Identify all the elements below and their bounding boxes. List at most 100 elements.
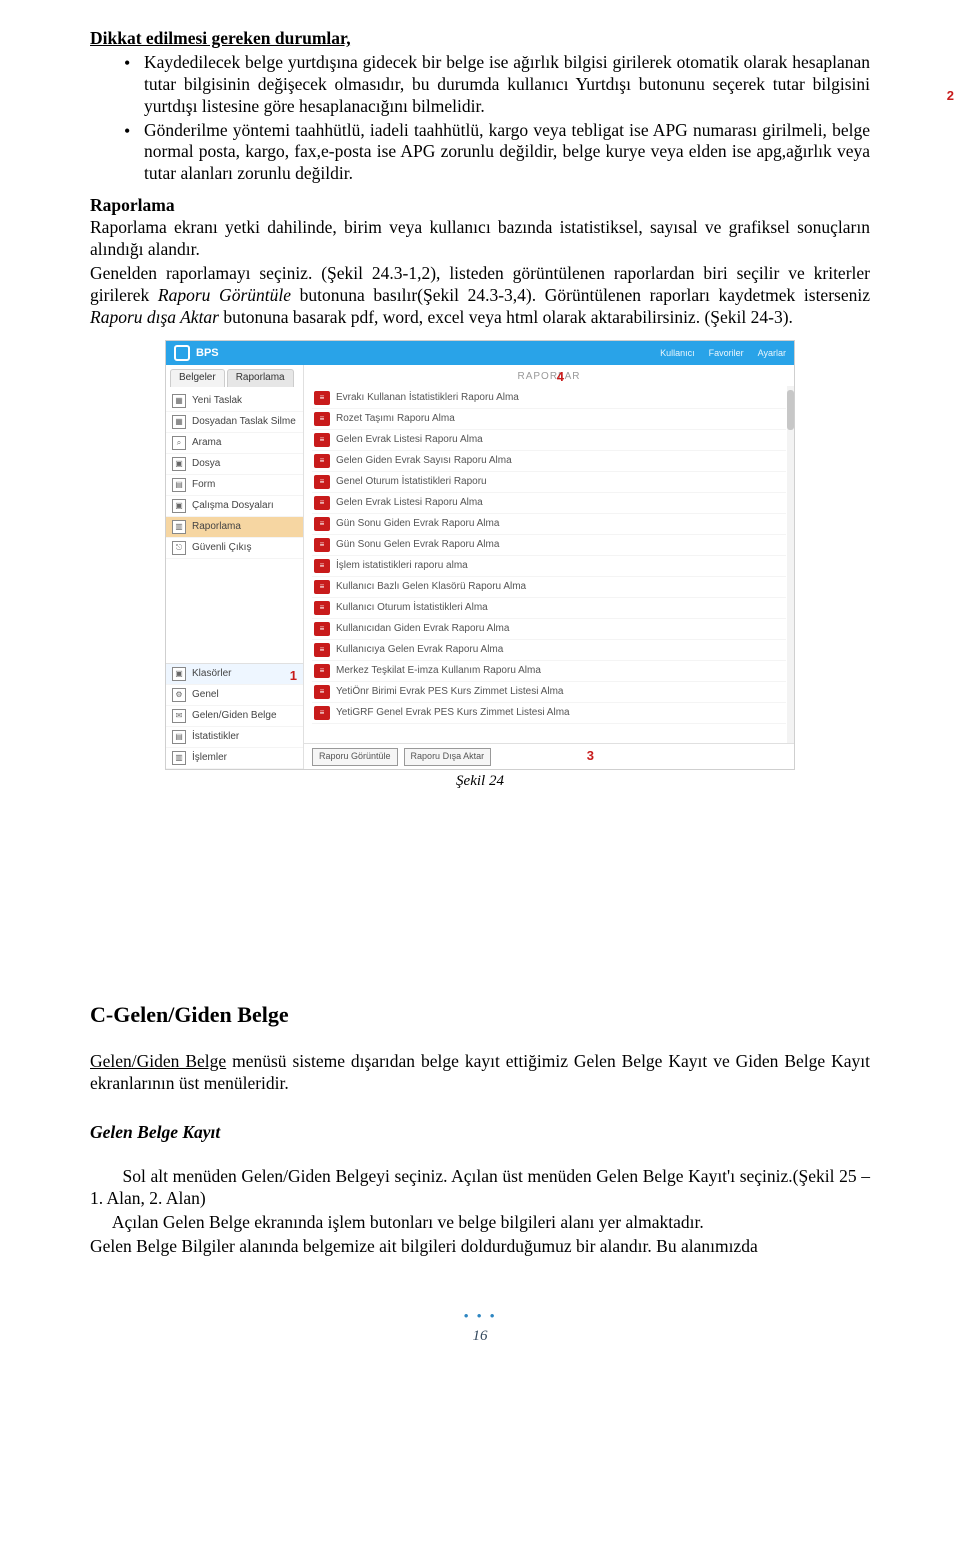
report-list-item[interactable]: ≡Genel Oturum İstatistikleri Raporu [312,472,786,493]
search-icon: ⌕ [172,436,186,450]
report-item-label: Kullanıcıya Gelen Evrak Raporu Alma [336,644,503,657]
gg-para: Gelen/Giden Belge menüsü sisteme dışarıd… [90,1051,870,1095]
form-icon: ▤ [172,478,186,492]
rp2-italic1: Raporu Görüntüle [158,285,291,305]
lnav-label: Çalışma Dosyaları [192,500,274,513]
lnav-label: Güvenli Çıkış [192,542,251,555]
report-item-label: Gelen Giden Evrak Sayısı Raporu Alma [336,455,512,468]
lbottom-gelen-giden[interactable]: ✉ Gelen/Giden Belge [166,706,303,727]
report-badge-icon: ≡ [314,496,330,510]
report-list-item[interactable]: ≡Gelen Giden Evrak Sayısı Raporu Alma [312,451,786,472]
bullet-1-text: Kaydedilecek belge yurtdışına gidecek bi… [144,52,870,116]
lbottom-label: İşlemler [192,752,227,765]
report-list-item[interactable]: ≡YetiÖnr Birimi Evrak PES Kurs Zimmet Li… [312,682,786,703]
header-settings[interactable]: Ayarlar [758,348,786,359]
report-list-item[interactable]: ≡Kullanıcı Bazlı Gelen Klasörü Raporu Al… [312,577,786,598]
rp2-italic2: Raporu dışa Aktar [90,307,219,327]
header-favorites[interactable]: Favoriler [709,348,744,359]
scrollbar-thumb[interactable] [787,390,794,430]
callout-2: 2 [947,88,954,104]
right-header: RAPORLAR 4 [304,365,794,386]
btn-raporu-goruntule[interactable]: Raporu Görüntüle [312,748,398,765]
callout-1: 1 [290,668,297,684]
lnav-label: Form [192,479,215,492]
report-icon: ▥ [172,520,186,534]
lnav-dosya[interactable]: ▣ Dosya [166,454,303,475]
report-item-label: Gün Sonu Giden Evrak Raporu Alma [336,518,499,531]
callout-4: 4 [557,369,564,385]
left-bottom-nav: 1 ▣ Klasörler ⚙ Genel ✉ Gelen/Giden Belg… [166,663,303,769]
report-badge-icon: ≡ [314,559,330,573]
report-list-item[interactable]: ≡Gelen Evrak Listesi Raporu Alma [312,493,786,514]
raporlama-para-1: Raporlama ekranı yetki dahilinde, birim … [90,217,870,261]
report-item-label: Kullanıcıdan Giden Evrak Raporu Alma [336,623,509,636]
report-list-item[interactable]: ≡Gün Sonu Gelen Evrak Raporu Alma [312,535,786,556]
lnav-label: Yeni Taslak [192,395,242,408]
left-nav: 2 ▦ Yeni Taslak ▦ Dosyadan Taslak Silme … [166,387,303,664]
report-list-item[interactable]: ≡YetiGRF Genel Evrak PES Kurs Zimmet Lis… [312,703,786,724]
folder-icon: ▣ [172,457,186,471]
folder-icon: ▣ [172,667,186,681]
left-sidebar: Belgeler Raporlama 2 ▦ Yeni Taslak ▦ Dos… [166,365,304,769]
report-badge-icon: ≡ [314,391,330,405]
report-list-item[interactable]: ≡ Gelen Evrak Listesi Raporu Alma [312,430,786,451]
app-header: BPS Kullanıcı Favoriler Ayarlar [166,341,794,365]
app-title: BPS [196,347,219,361]
report-list-item[interactable]: ≡Kullanıcı Oturum İstatistikleri Alma [312,598,786,619]
report-list-item[interactable]: ≡Gün Sonu Giden Evrak Raporu Alma [312,514,786,535]
header-user[interactable]: Kullanıcı [660,348,695,359]
lbottom-genel[interactable]: ⚙ Genel [166,685,303,706]
para-5: Gelen Belge Bilgiler alanında belgemize … [90,1236,870,1258]
gg-underline: Gelen/Giden Belge [90,1051,226,1071]
report-item-label: Gelen Evrak Listesi Raporu Alma [336,434,483,447]
lbottom-islemler[interactable]: ▥ İşlemler [166,748,303,769]
tab-raporlama[interactable]: Raporlama [227,369,294,387]
bullet-list: Kaydedilecek belge yurtdışına gidecek bi… [90,52,870,185]
lbottom-label: Gelen/Giden Belge [192,710,277,723]
report-list-item[interactable]: ≡Kullanıcıya Gelen Evrak Raporu Alma [312,640,786,661]
report-item-label: Rozet Taşımı Raporu Alma [336,413,455,426]
report-list-item[interactable]: ≡ Rozet Taşımı Raporu Alma [312,409,786,430]
report-badge-icon: ≡ [314,706,330,720]
footer-dots-icon: • • • [463,1309,496,1325]
lnav-raporlama[interactable]: ▥ Raporlama [166,517,303,538]
scrollbar[interactable] [787,386,794,744]
lbottom-klasorler[interactable]: ▣ Klasörler [166,664,303,685]
sidebar-tabbar: Belgeler Raporlama [166,365,303,387]
btn-raporu-disa-aktar[interactable]: Raporu Dışa Aktar [404,748,492,765]
lnav-label: Arama [192,437,221,450]
page-number: 16 [473,1328,488,1344]
para-4: Açılan Gelen Belge ekranında işlem buton… [90,1212,870,1234]
report-list-item[interactable]: ≡Merkez Teşkilat E-imza Kullanım Raporu … [312,661,786,682]
lnav-calisma[interactable]: ▣ Çalışma Dosyaları [166,496,303,517]
lnav-guvenli-cikis[interactable]: ⎋ Güvenli Çıkış [166,538,303,559]
mail-icon: ✉ [172,709,186,723]
report-badge-icon: ≡ [314,622,330,636]
raporlama-para-2: Genelden raporlamayı seçiniz. (Şekil 24.… [90,263,870,329]
lnav-label: Raporlama [192,521,241,534]
doc-icon: ▦ [172,415,186,429]
report-badge-icon: ≡ [314,685,330,699]
gelen-belge-kayit-heading: Gelen Belge Kayıt [90,1122,870,1144]
report-list-item[interactable]: ≡Evrakı Kullanan İstatistikleri Raporu A… [312,388,786,409]
report-list: ≡Evrakı Kullanan İstatistikleri Raporu A… [304,386,794,744]
raporlama-title: Raporlama [90,195,870,217]
section-c-heading: C-Gelen/Giden Belge [90,1001,870,1029]
stats-icon: ▤ [172,730,186,744]
lbottom-istatistik[interactable]: ▤ İstatistikler [166,727,303,748]
report-badge-icon: ≡ [314,538,330,552]
lnav-dosyadan-taslak[interactable]: ▦ Dosyadan Taslak Silme [166,412,303,433]
right-header-title: RAPORLAR [517,371,580,382]
report-badge-icon: ≡ [314,664,330,678]
tab-belgeler[interactable]: Belgeler [170,369,225,387]
lnav-arama[interactable]: ⌕ Arama [166,433,303,454]
report-list-item[interactable]: ≡İşlem istatistikleri raporu alma [312,556,786,577]
lnav-yeni-taslak[interactable]: ▦ Yeni Taslak [166,391,303,412]
bullet-1: Kaydedilecek belge yurtdışına gidecek bi… [90,52,870,118]
report-item-label: Genel Oturum İstatistikleri Raporu [336,476,487,489]
report-badge-icon: ≡ [314,433,330,447]
report-list-item[interactable]: ≡ Kullanıcıdan Giden Evrak Raporu Alma [312,619,786,640]
bullet-2: Gönderilme yöntemi taahhütlü, iadeli taa… [90,120,870,186]
report-badge-icon: ≡ [314,412,330,426]
lnav-form[interactable]: ▤ Form [166,475,303,496]
